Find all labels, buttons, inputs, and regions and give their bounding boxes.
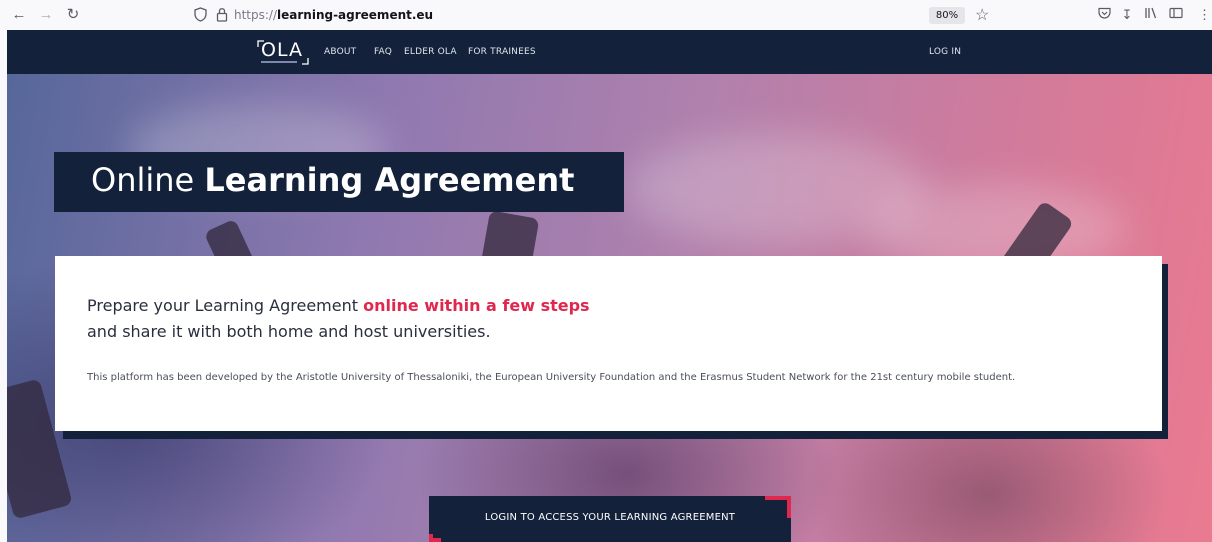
library-icon[interactable] xyxy=(1142,6,1160,24)
browser-toolbar: ← → ↻ https://learning-agreement.eu 80% … xyxy=(0,0,1212,30)
lead-prefix: Prepare your Learning Agreement xyxy=(87,296,359,315)
nav-elder-ola[interactable]: ELDER OLA xyxy=(404,47,457,57)
ola-logo[interactable]: OLA xyxy=(257,39,309,65)
download-icon[interactable]: ↧ xyxy=(1118,6,1136,24)
sidebar-icon[interactable] xyxy=(1167,6,1185,24)
platform-description: This platform has been developed by the … xyxy=(87,372,1016,383)
corner-accent xyxy=(429,538,441,542)
page-title-box: Online Learning Agreement xyxy=(54,152,624,212)
nav-for-trainees[interactable]: FOR TRAINEES xyxy=(468,47,536,57)
logo-text: OLA xyxy=(261,39,303,61)
nav-about[interactable]: ABOUT xyxy=(324,47,356,57)
nav-login[interactable]: LOG IN xyxy=(929,47,961,57)
star-icon[interactable]: ☆ xyxy=(975,5,989,25)
url-bar[interactable]: https://learning-agreement.eu 80% ☆ xyxy=(178,4,1013,26)
corner-accent xyxy=(765,496,791,500)
logo-bracket-icon xyxy=(302,58,309,65)
lead-line-1: Prepare your Learning Agreement online w… xyxy=(87,296,590,315)
lock-icon[interactable] xyxy=(216,7,228,22)
login-access-button[interactable]: LOGIN TO ACCESS YOUR LEARNING AGREEMENT xyxy=(429,496,791,542)
lead-accent: online within a few steps xyxy=(363,296,590,315)
library-glyph xyxy=(1145,7,1157,19)
login-access-label: LOGIN TO ACCESS YOUR LEARNING AGREEMENT xyxy=(484,512,736,523)
page-title: Online Learning Agreement xyxy=(91,161,574,199)
title-light: Online xyxy=(91,161,195,199)
sidebar-glyph xyxy=(1169,7,1183,19)
url-prefix: https:// xyxy=(234,8,278,22)
site-navbar: OLA ABOUT FAQ ELDER OLA FOR TRAINEES LOG… xyxy=(7,30,1212,74)
intro-card: Prepare your Learning Agreement online w… xyxy=(55,256,1162,431)
lead-line-2: and share it with both home and host uni… xyxy=(87,322,491,341)
menu-icon[interactable]: ⋮ xyxy=(1198,6,1211,24)
title-bold: Learning Agreement xyxy=(204,161,575,199)
url-text[interactable]: https://learning-agreement.eu xyxy=(234,8,433,22)
url-domain: learning-agreement.eu xyxy=(277,8,434,22)
back-icon[interactable]: ← xyxy=(10,6,28,24)
zoom-indicator[interactable]: 80% xyxy=(929,7,965,24)
pocket-glyph xyxy=(1097,7,1111,19)
logo-underline xyxy=(261,61,297,63)
reload-icon[interactable]: ↻ xyxy=(64,6,82,24)
pocket-icon[interactable] xyxy=(1095,6,1113,24)
nav-faq[interactable]: FAQ xyxy=(374,47,392,57)
webpage: OLA ABOUT FAQ ELDER OLA FOR TRAINEES LOG… xyxy=(7,30,1212,542)
shield-icon[interactable] xyxy=(194,7,207,22)
forward-icon[interactable]: → xyxy=(37,6,55,24)
